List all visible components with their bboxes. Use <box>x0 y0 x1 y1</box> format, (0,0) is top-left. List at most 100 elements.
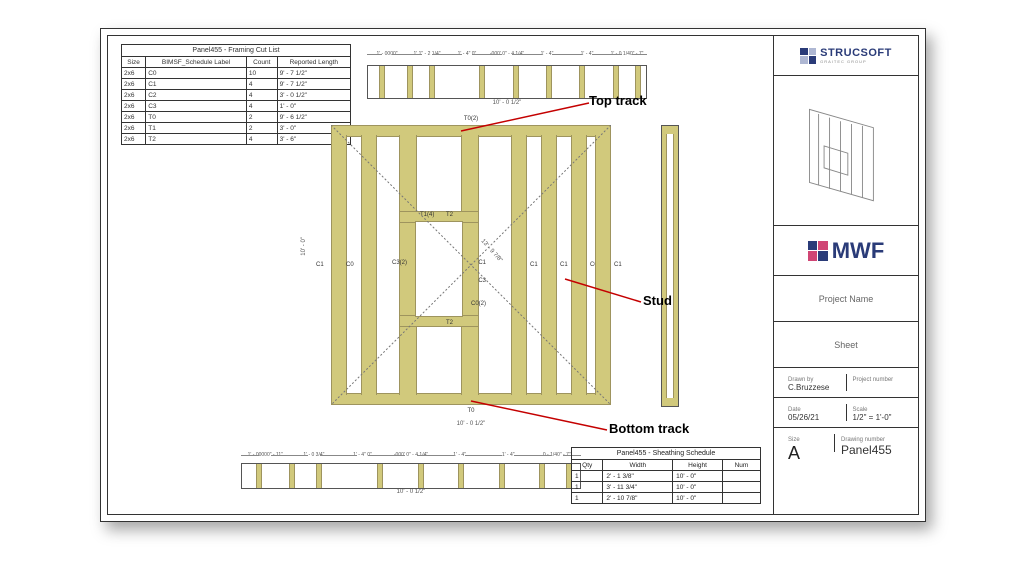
stud-mark <box>377 464 383 488</box>
drawn-by-val: C.Bruzzese <box>788 383 840 392</box>
date-val: 05/26/21 <box>788 413 840 422</box>
stud-mark <box>479 66 485 98</box>
cutlist-cell: C3 <box>146 101 247 112</box>
cutlist-h0: Size <box>122 57 146 68</box>
sched-cell <box>722 482 760 493</box>
stud-label: C1 <box>316 262 324 268</box>
stud-mark <box>458 464 464 488</box>
cutlist-cell: T2 <box>146 134 247 145</box>
cutlist-cell: 2 <box>246 112 277 123</box>
dim-segment: 1' - 4" 0" <box>338 449 387 461</box>
project-name-field: Project Name <box>774 276 918 322</box>
title-block: STRUCSOFT GRAITEC GROUP <box>773 36 918 514</box>
dim-segment: 1' 1" - 2 1/4" <box>407 47 447 61</box>
stud-label: C1 <box>530 262 538 268</box>
dim-segment: 1' - 4" <box>527 47 567 61</box>
jack-label: C0(2) <box>471 301 486 307</box>
dim-segment: 1' - 4" <box>567 47 607 61</box>
cutlist-cell: C0 <box>146 68 247 79</box>
sched-cell: 2' - 10 7/8" <box>603 493 673 504</box>
stud-mark <box>418 464 424 488</box>
cutlist-title: Panel455 - Framing Cut List <box>121 44 351 56</box>
sched-cell: 2' - 1 3/8" <box>603 471 673 482</box>
sched-h: Height <box>673 460 723 471</box>
cutlist-cell: C1 <box>146 79 247 90</box>
cutlist-cell: 4 <box>246 101 277 112</box>
cutlist-cell: 2x6 <box>122 79 146 90</box>
stud: C1 <box>331 135 347 395</box>
stud-label: C1 <box>560 262 568 268</box>
framing-cut-list: Panel455 - Framing Cut List Size BIMSF_S… <box>121 44 351 145</box>
jack-label: C3(2) <box>392 260 407 266</box>
dim-segment: 1' - 0 3/4" <box>290 449 339 461</box>
cutlist-cell: 9' - 7 1/2" <box>277 68 350 79</box>
sched-cell <box>722 471 760 482</box>
dim-segment: -000' 0" - 4 1/4" <box>487 47 527 61</box>
cutlist-cell: 2x6 <box>122 123 146 134</box>
stud-mark <box>429 66 435 98</box>
stud: C1 <box>511 135 527 395</box>
sheathing-schedule: Panel455 - Sheathing Schedule Qty Width … <box>571 447 761 504</box>
sched-cell: 10' - 0" <box>673 493 723 504</box>
callout-stud: Stud <box>643 293 672 308</box>
mwf-logo: MWF <box>774 226 918 276</box>
cutlist-cell: T0 <box>146 112 247 123</box>
mwf-text: MWF <box>832 238 885 264</box>
stud-label: C1 <box>614 262 622 268</box>
scale-val: 1/2" = 1'-0" <box>853 413 905 422</box>
sched-title: Panel455 - Sheathing Schedule <box>571 447 761 459</box>
stud-label: C0 <box>346 262 354 268</box>
dim-segment: 1' - 4" <box>484 449 533 461</box>
cutlist-cell: 1' - 0" <box>277 101 350 112</box>
sched-h: Num <box>722 460 760 471</box>
logo-mark-icon <box>808 241 828 261</box>
stud-mark <box>256 464 262 488</box>
elevation-height: 10' - 0" <box>301 237 307 256</box>
cutlist-cell: 2x6 <box>122 68 146 79</box>
bottom-track-label: T0 <box>467 408 474 414</box>
stud-mark <box>546 66 552 98</box>
sched-cell: 1 <box>572 471 603 482</box>
cutlist-cell: 3' - 0 1/2" <box>277 90 350 101</box>
wall-elevation: T0(2) T0 C1C0C1C1C0C1 T1(4) T2 T2 C3(2) … <box>331 125 611 405</box>
cutlist-cell: 2x6 <box>122 112 146 123</box>
dim-segment: 1' - 0 1/40" - 7" <box>607 47 647 61</box>
cutlist-cell: 4 <box>246 90 277 101</box>
stud: C0 <box>361 135 377 395</box>
cutlist-cell: 2 <box>246 123 277 134</box>
top-plan-view: 1' - 0000"1' 1" - 2 1/4"1' - 4" 0"-000' … <box>367 47 647 97</box>
sheet-name-field: Sheet <box>774 322 918 368</box>
callout-top-track: Top track <box>589 93 647 108</box>
cutlist-h3: Reported Length <box>277 57 350 68</box>
stud-label: C1 <box>478 260 486 266</box>
sched-cell: 1 <box>572 482 603 493</box>
sched-cell: 1 <box>572 493 603 504</box>
drawing-sheet: Panel455 - Framing Cut List Size BIMSF_S… <box>100 28 926 522</box>
strucsoft-logo: STRUCSOFT GRAITEC GROUP <box>774 36 918 76</box>
side-section-view <box>661 125 679 407</box>
cutlist-cell: 4 <box>246 79 277 90</box>
stud-mark <box>407 66 413 98</box>
stud-mark <box>539 464 545 488</box>
top-track-label: T0(2) <box>464 116 478 122</box>
cripple-label: T2 <box>446 320 453 326</box>
stud-mark <box>316 464 322 488</box>
cutlist-cell: 2x6 <box>122 134 146 145</box>
cutlist-cell: 9' - 6 1/2" <box>277 112 350 123</box>
strucsoft-subtext: GRAITEC GROUP <box>820 59 892 64</box>
sched-h: Qty <box>572 460 603 471</box>
cutlist-h1: BIMSF_Schedule Label <box>146 57 247 68</box>
dim-segment: 1' - 00000" - 11" <box>241 449 290 461</box>
stud-mark <box>579 66 585 98</box>
bottom-plan-view: 1' - 00000" - 11"1' - 0 3/4"1' - 4" 0"-0… <box>241 449 581 497</box>
sched-cell <box>722 493 760 504</box>
project-number-key: Project number <box>853 377 905 383</box>
isometric-thumbnail <box>774 76 918 226</box>
stud-mark <box>289 464 295 488</box>
cripple-label: T1(4) <box>420 212 434 218</box>
cutlist-cell: 2x6 <box>122 101 146 112</box>
stud-label: C3 <box>478 278 486 284</box>
drawing-number-val: Panel455 <box>841 443 904 457</box>
strucsoft-text: STRUCSOFT <box>820 47 892 59</box>
cutlist-cell: 10 <box>246 68 277 79</box>
